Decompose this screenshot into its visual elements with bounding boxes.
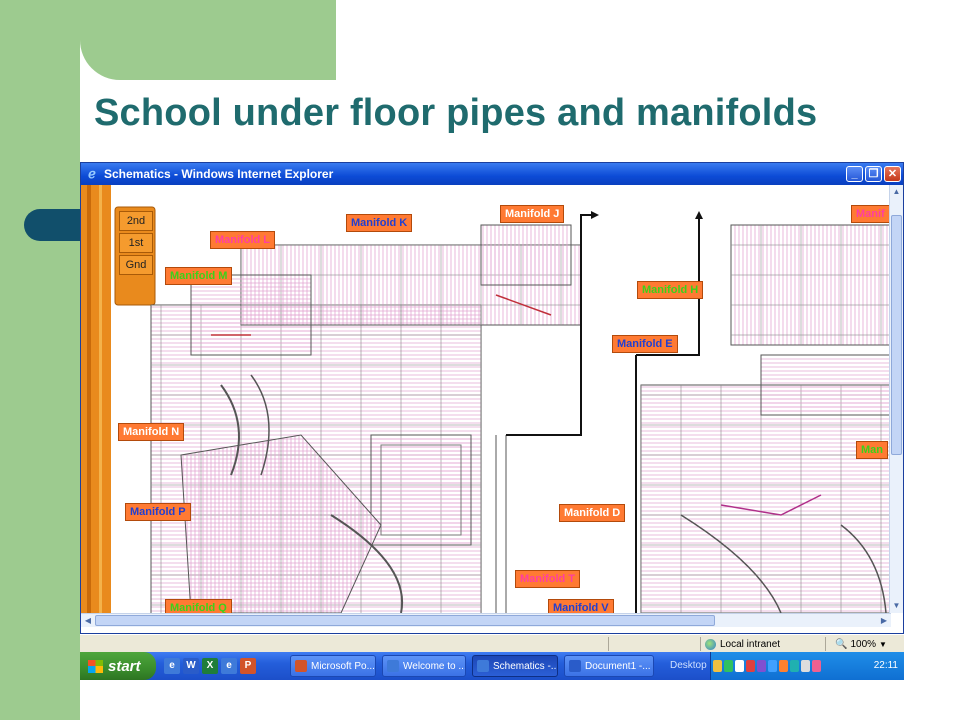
intranet-globe-icon [705,638,716,650]
status-divider [700,637,701,651]
task-document1[interactable]: Document1 -... [564,655,654,677]
task-label-welcome: Welcome to ... [403,660,466,672]
windows-flag-icon [88,659,103,673]
ie-task-icon-active [477,660,489,672]
top-green-corner [80,0,336,80]
manifold-partial-right-top-label[interactable]: Manif [851,205,890,223]
manifold-e-label[interactable]: Manifold E [612,335,678,353]
status-divider-2 [825,637,826,651]
tray-sync-icon[interactable] [790,660,799,672]
maximize-button[interactable]: ❐ [865,166,882,182]
manifold-q-label[interactable]: Manifold Q [165,599,232,613]
manifold-h-label[interactable]: Manifold H [637,281,704,299]
horizontal-scrollbar[interactable]: ◀ ▶ [81,613,891,627]
manifold-t-label[interactable]: Manifold T [515,570,580,588]
left-green-band [0,0,80,720]
browser-quick-launch-icon[interactable]: e [221,658,237,674]
floor-button-2nd[interactable]: 2nd [119,211,153,231]
zoom-dropdown-icon[interactable]: ▼ [879,640,887,649]
ie-status-bar: Local intranet 🔍 100% ▼ [80,634,904,652]
vertical-scroll-thumb[interactable] [891,215,902,455]
security-zone[interactable]: Local intranet [705,635,780,653]
floor-plan-svg [81,185,891,613]
ie-logo-icon: ℯ [88,166,96,181]
zoom-icon: 🔍 [835,638,848,650]
task-schematics[interactable]: Schematics -... [472,655,558,677]
ie-titlebar[interactable]: ℯ Schematics - Windows Internet Explorer… [81,163,903,185]
tray-antivirus-icon[interactable] [746,660,755,672]
tray-printer-icon[interactable] [779,660,788,672]
powerpoint-quick-launch-icon[interactable]: P [240,658,256,674]
zoom-control[interactable]: 🔍 100% ▼ [835,635,887,653]
start-label: start [108,657,141,675]
tray-update-icon[interactable] [768,660,777,672]
minimize-button[interactable]: _ [846,166,863,182]
floor-button-gnd[interactable]: Gnd [119,255,153,275]
scroll-up-icon[interactable]: ▲ [891,186,902,198]
task-label-powerpoint: Microsoft Po... [311,660,375,672]
zoom-level: 100% [850,638,877,650]
schematic-drawing[interactable]: 2nd 1st Gnd Manifold K Manifold J Manifo… [81,185,891,613]
system-tray: 22:11 [710,652,904,680]
quick-launch: e W X e P [164,658,256,674]
manifold-partial-right-mid-label[interactable]: Man [856,441,888,459]
windows-taskbar: start e W X e P Microsoft Po... Welcome … [80,652,904,680]
scroll-right-icon[interactable]: ▶ [878,615,890,626]
floor-button-1st[interactable]: 1st [119,233,153,253]
frame-left [81,185,111,613]
close-button[interactable]: ✕ [884,166,901,182]
scroll-down-icon[interactable]: ▼ [891,600,902,612]
tray-misc-icon[interactable] [812,660,821,672]
scroll-left-icon[interactable]: ◀ [82,615,94,626]
vertical-scrollbar[interactable]: ▲ ▼ [889,185,903,613]
status-page-icon [608,637,628,651]
tray-messenger-icon[interactable] [757,660,766,672]
tray-display-icon[interactable] [801,660,810,672]
window-title: Schematics - Windows Internet Explorer [104,167,334,181]
manifold-j-label[interactable]: Manifold J [500,205,565,223]
powerpoint-icon [295,660,307,672]
excel-quick-launch-icon[interactable]: X [202,658,218,674]
tray-volume-icon[interactable] [735,660,744,672]
word-quick-launch-icon[interactable]: W [183,658,199,674]
manifold-d-label[interactable]: Manifold D [559,504,626,522]
desktop-toolbar-label[interactable]: Desktop [670,660,707,671]
manifold-k-label[interactable]: Manifold K [346,214,413,232]
manifold-p-label[interactable]: Manifold P [125,503,191,521]
tray-network-icon[interactable] [724,660,733,672]
task-powerpoint[interactable]: Microsoft Po... [290,655,376,677]
task-label-document1: Document1 -... [585,660,651,672]
zone-label: Local intranet [720,638,781,650]
task-welcome[interactable]: Welcome to ... [382,655,466,677]
ie-quick-launch-icon[interactable]: e [164,658,180,674]
manifold-n-label[interactable]: Manifold N [118,423,185,441]
ie-task-icon [387,660,399,672]
start-button[interactable]: start [80,652,156,680]
task-label-schematics: Schematics -... [493,660,558,672]
manifold-l-label[interactable]: Manifold L [210,231,275,249]
manifold-v-label[interactable]: Manifold V [548,599,614,613]
horizontal-scroll-thumb[interactable] [95,615,715,626]
slide-title: School under floor pipes and manifolds [94,92,818,134]
manifold-m-label[interactable]: Manifold M [165,267,233,285]
tray-app-icon[interactable] [713,660,722,672]
taskbar-clock[interactable]: 22:11 [874,660,898,671]
ie-window: ℯ Schematics - Windows Internet Explorer… [80,162,904,634]
word-task-icon [569,660,581,672]
